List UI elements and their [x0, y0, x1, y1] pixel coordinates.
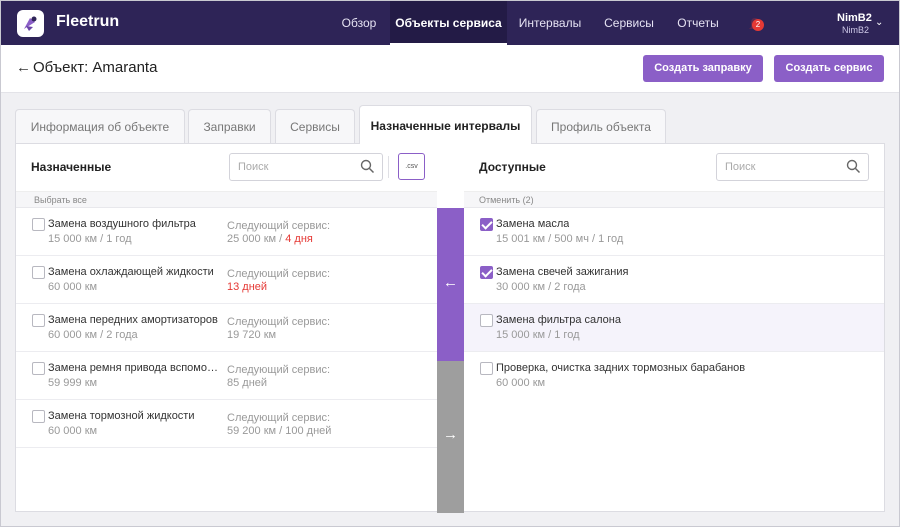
row-title: Замена воздушного фильтра — [48, 218, 196, 230]
row-checkbox-checked[interactable] — [480, 266, 493, 279]
row-checkbox[interactable] — [32, 266, 45, 279]
assigned-row[interactable]: Замена передних амортизаторов 60 000 км … — [16, 304, 437, 352]
intervals-card: Назначенные Поиск .csv Доступные Поиск В… — [15, 143, 885, 513]
row-interval: 30 000 км / 2 года — [496, 281, 586, 293]
select-all-link[interactable]: Выбрать все — [16, 191, 437, 208]
row-title: Проверка, очистка задних тормозных бараб… — [496, 362, 746, 374]
search-icon[interactable] — [846, 159, 861, 177]
next-service-label: Следующий сервис: — [227, 364, 331, 376]
row-title: Замена фильтра салона — [496, 314, 621, 326]
next-service-label: Следующий сервис: — [227, 268, 331, 280]
row-interval: 15 000 км / 1 год — [48, 233, 132, 245]
cancel-selection-link[interactable]: Отменить (2) — [464, 191, 884, 208]
arrow-right-icon: → — [443, 426, 458, 443]
next-service-value: 85 дней — [227, 377, 267, 389]
row-title: Замена масла — [496, 218, 570, 230]
next-service-value: 59 200 км / 100 дней — [227, 425, 331, 437]
nav-service-objects[interactable]: Объекты сервиса — [390, 1, 507, 45]
row-interval: 15 001 км / 500 мч / 1 год — [496, 233, 624, 245]
logo-icon[interactable] — [17, 10, 44, 37]
row-checkbox[interactable] — [32, 362, 45, 375]
arrow-left-icon: ← — [443, 274, 458, 291]
next-service-value: 13 дней — [227, 281, 267, 293]
available-search-input[interactable]: Поиск — [716, 153, 869, 181]
brand-name[interactable]: Fleetrun — [56, 13, 119, 31]
tab-services[interactable]: Сервисы — [275, 109, 355, 143]
assigned-row[interactable]: Замена ремня привода вспомог… 59 999 км … — [16, 352, 437, 400]
divider — [388, 156, 389, 178]
chevron-down-icon[interactable]: ⌄ — [875, 17, 883, 28]
row-checkbox[interactable] — [32, 218, 45, 231]
available-row[interactable]: Замена фильтра салона 15 000 км / 1 год — [464, 304, 884, 352]
tab-assigned-intervals[interactable]: Назначенные интервалы — [359, 105, 532, 144]
next-service-text: 85 дней — [227, 377, 268, 389]
assigned-row[interactable]: Замена воздушного фильтра 15 000 км / 1 … — [16, 208, 437, 256]
user-account: NimB2 — [842, 25, 870, 35]
next-service-overdue: 4 дня — [285, 233, 313, 245]
row-interval: 59 999 км — [48, 377, 98, 389]
search-placeholder: Поиск — [725, 161, 756, 173]
row-title: Замена ремня привода вспомог… — [48, 362, 218, 374]
available-row[interactable]: Замена масла 15 001 км / 500 мч / 1 год — [464, 208, 884, 256]
available-row[interactable]: Замена свечей зажигания 30 000 км / 2 го… — [464, 256, 884, 304]
top-navbar: Fleetrun Обзор Объекты сервиса Интервалы… — [1, 1, 899, 45]
nav-reports[interactable]: Отчеты — [667, 1, 729, 45]
nav-services[interactable]: Сервисы — [593, 1, 665, 45]
next-service-text: 19 720 км — [227, 329, 277, 341]
tab-object-info[interactable]: Информация об объекте — [15, 109, 185, 143]
csv-export-button[interactable]: .csv — [398, 153, 425, 180]
row-checkbox-checked[interactable] — [480, 218, 493, 231]
create-service-button[interactable]: Создать сервис — [774, 55, 884, 82]
next-service-value: 19 720 км — [227, 329, 276, 341]
nav-intervals[interactable]: Интервалы — [509, 1, 591, 45]
notification-badge[interactable]: 2 — [752, 19, 764, 31]
assigned-row[interactable]: Замена охлаждающей жидкости 60 000 км Сл… — [16, 256, 437, 304]
row-checkbox[interactable] — [32, 410, 45, 423]
search-icon[interactable] — [360, 159, 375, 177]
row-title: Замена тормозной жидкости — [48, 410, 195, 422]
row-interval: 60 000 км / 2 года — [48, 329, 138, 341]
arrow-left-icon[interactable]: ← — [16, 59, 31, 76]
assigned-title: Назначенные — [31, 160, 112, 174]
move-to-available-button[interactable]: → — [437, 361, 464, 513]
row-interval: 60 000 км — [48, 425, 98, 437]
page-title: Объект: Amaranta — [33, 59, 158, 76]
nav-overview[interactable]: Обзор — [330, 1, 388, 45]
row-checkbox[interactable] — [480, 362, 493, 375]
row-title: Замена передних амортизаторов — [48, 314, 218, 326]
row-title: Замена свечей зажигания — [496, 266, 629, 278]
row-title: Замена охлаждающей жидкости — [48, 266, 214, 278]
assigned-row[interactable]: Замена тормозной жидкости 60 000 км След… — [16, 400, 437, 448]
row-interval: 60 000 км — [48, 281, 98, 293]
tab-refuels[interactable]: Заправки — [188, 109, 271, 143]
row-interval: 15 000 км / 1 год — [496, 329, 580, 341]
assigned-search-input[interactable]: Поиск — [229, 153, 383, 181]
search-placeholder: Поиск — [238, 161, 269, 173]
next-service-text: 25 000 км / — [227, 233, 286, 245]
tab-object-profile[interactable]: Профиль объекта — [536, 109, 666, 143]
next-service-text: 59 200 км / 100 дней — [227, 425, 332, 437]
row-checkbox[interactable] — [32, 314, 45, 327]
row-interval: 60 000 км — [496, 377, 546, 389]
next-service-label: Следующий сервис: — [227, 316, 331, 328]
transfer-controls: ← → — [437, 208, 464, 513]
next-service-overdue: 13 дней — [227, 281, 268, 293]
user-name[interactable]: NimB2 — [837, 12, 872, 24]
row-checkbox[interactable] — [480, 314, 493, 327]
page-header: ← Объект: Amaranta Создать заправку Созд… — [1, 45, 899, 93]
next-service-value: 25 000 км / 4 дня — [227, 233, 313, 245]
available-row[interactable]: Проверка, очистка задних тормозных бараб… — [464, 352, 884, 400]
create-refuel-button[interactable]: Создать заправку — [643, 55, 763, 82]
available-title: Доступные — [479, 160, 546, 174]
next-service-label: Следующий сервис: — [227, 220, 331, 232]
next-service-label: Следующий сервис: — [227, 412, 331, 424]
move-to-assigned-button[interactable]: ← — [437, 208, 464, 361]
